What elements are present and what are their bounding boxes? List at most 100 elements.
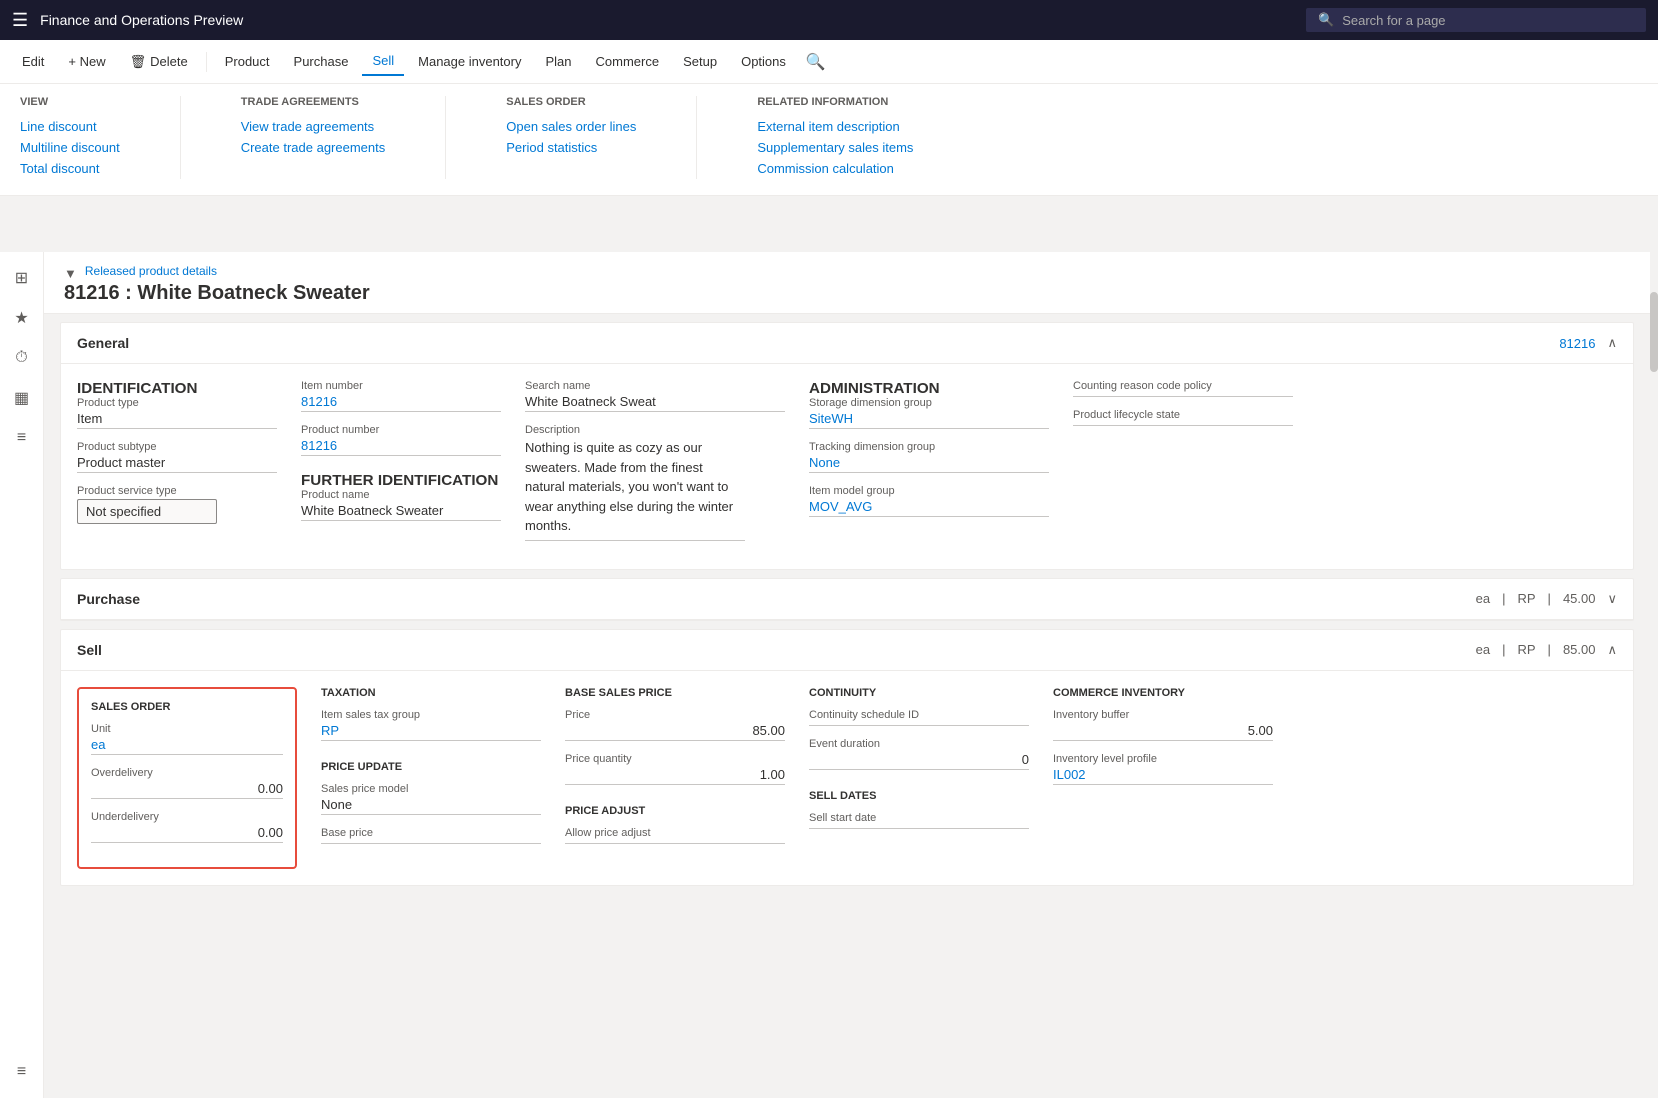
unit-field: Unit ea [91, 723, 283, 755]
sell-start-date-field: Sell start date [809, 812, 1029, 829]
view-trade-agreements-link[interactable]: View trade agreements [241, 116, 386, 137]
page-header: ▼ Released product details 81216 : White… [44, 252, 1650, 314]
period-statistics-link[interactable]: Period statistics [506, 137, 636, 158]
tracking-dim-label: Tracking dimension group [809, 441, 1049, 453]
sell-dropdown-menu: View Line discount Multiline discount To… [0, 84, 1658, 196]
general-section-title: General [77, 335, 129, 351]
commission-calc-link[interactable]: Commission calculation [757, 158, 913, 179]
cmd-search-icon[interactable]: 🔍 [800, 46, 832, 78]
underdelivery-label: Underdelivery [91, 811, 283, 823]
search-bar[interactable]: 🔍 Search for a page [1306, 8, 1646, 32]
price-quantity-label: Price quantity [565, 753, 785, 765]
product-type-field: Product type Item [77, 397, 277, 429]
sell-price: 85.00 [1563, 642, 1596, 657]
purchase-section-header[interactable]: Purchase ea | RP | 45.00 ∨ [61, 579, 1633, 620]
open-sales-order-lines-link[interactable]: Open sales order lines [506, 116, 636, 137]
sales-order-box: SALES ORDER Unit ea Overdelivery 0.00 Un… [77, 687, 297, 869]
continuity-title: CONTINUITY [809, 687, 1029, 699]
purchase-section: Purchase ea | RP | 45.00 ∨ [60, 578, 1634, 621]
plan-button[interactable]: Plan [535, 48, 581, 75]
base-price-field: Base price [321, 827, 541, 844]
breadcrumb[interactable]: Released product details [85, 264, 217, 278]
general-collapse-icon: ∧ [1607, 335, 1617, 351]
product-button[interactable]: Product [215, 48, 280, 75]
inventory-buffer-label: Inventory buffer [1053, 709, 1273, 721]
price-adjust-group: PRICE ADJUST Allow price adjust [565, 805, 785, 844]
hamburger-icon[interactable]: ☰ [12, 10, 28, 31]
sidebar-recent-icon[interactable]: ⏱ [4, 340, 40, 376]
options-button[interactable]: Options [731, 48, 796, 75]
sidebar-menu-icon[interactable]: ≡ [4, 1054, 40, 1090]
sell-collapse-icon: ∧ [1607, 642, 1617, 658]
filter-icon: ▼ [64, 266, 77, 281]
commerce-button[interactable]: Commerce [586, 48, 670, 75]
dd-sep-2 [445, 96, 446, 179]
sell-button[interactable]: Sell [362, 47, 404, 76]
product-subtype-label: Product subtype [77, 441, 277, 453]
related-information-group: Related information External item descri… [757, 96, 913, 179]
item-number-label: Item number [301, 380, 501, 392]
purchase-price: 45.00 [1563, 591, 1596, 606]
product-number-value: 81216 [301, 438, 501, 456]
sell-start-date-label: Sell start date [809, 812, 1029, 824]
storage-dim-label: Storage dimension group [809, 397, 1049, 409]
item-sales-tax-value: RP [321, 723, 541, 741]
further-identification-title: FURTHER IDENTIFICATION [301, 472, 501, 489]
general-section: General 81216 ∧ IDENTIFICATION Product t… [60, 322, 1634, 570]
underdelivery-value: 0.00 [91, 825, 283, 843]
unit-value[interactable]: ea [91, 737, 283, 755]
sidebar-favorite-icon[interactable]: ★ [4, 300, 40, 336]
counting-reason-label: Counting reason code policy [1073, 380, 1293, 392]
general-section-id: 81216 [1559, 336, 1595, 351]
external-item-desc-link[interactable]: External item description [757, 116, 913, 137]
multiline-discount-link[interactable]: Multiline discount [20, 137, 120, 158]
sidebar-workspace-icon[interactable]: ▦ [4, 380, 40, 416]
scrollbar[interactable] [1650, 252, 1658, 1098]
view-group-title: View [20, 96, 120, 108]
inventory-level-profile-field: Inventory level profile IL002 [1053, 753, 1273, 785]
overdelivery-value: 0.00 [91, 781, 283, 799]
supplementary-sales-link[interactable]: Supplementary sales items [757, 137, 913, 158]
line-discount-link[interactable]: Line discount [20, 116, 120, 137]
item-model-group-label: Item model group [809, 485, 1049, 497]
search-icon: 🔍 [1318, 12, 1334, 28]
lifecycle-state-label: Product lifecycle state [1073, 409, 1293, 421]
sell-section-meta: ea | RP | 85.00 ∧ [1476, 642, 1617, 658]
dd-sep-1 [180, 96, 181, 179]
edit-button[interactable]: Edit [12, 48, 54, 75]
sales-order-title: SALES ORDER [91, 701, 283, 713]
delete-button[interactable]: 🗑 Delete [120, 48, 198, 76]
sidebar-list-icon[interactable]: ≡ [4, 420, 40, 456]
create-trade-agreements-link[interactable]: Create trade agreements [241, 137, 386, 158]
description-group: Search name White Boatneck Sweat Descrip… [525, 380, 785, 553]
purchase-expand-icon: ∨ [1607, 591, 1617, 607]
product-number-field: Product number 81216 [301, 424, 501, 456]
identification-title: IDENTIFICATION [77, 380, 277, 397]
price-field: Price 85.00 [565, 709, 785, 741]
administration-title: ADMINISTRATION [809, 380, 1049, 397]
price-value: 85.00 [565, 723, 785, 741]
overdelivery-label: Overdelivery [91, 767, 283, 779]
dd-sep-3 [696, 96, 697, 179]
sidebar-home-icon[interactable]: ⊞ [4, 260, 40, 296]
manage-inventory-button[interactable]: Manage inventory [408, 48, 531, 75]
total-discount-link[interactable]: Total discount [20, 158, 120, 179]
purchase-section-meta: ea | RP | 45.00 ∨ [1476, 591, 1617, 607]
general-section-header[interactable]: General 81216 ∧ [61, 323, 1633, 364]
purchase-button[interactable]: Purchase [284, 48, 359, 75]
price-update-title: PRICE UPDATE [321, 761, 541, 773]
item-model-group-value: MOV_AVG [809, 499, 1049, 517]
product-service-type-value[interactable]: Not specified [77, 499, 217, 524]
sell-dates-title: SELL DATES [809, 790, 1029, 802]
sell-dates-group: SELL DATES Sell start date [809, 790, 1029, 829]
setup-button[interactable]: Setup [673, 48, 727, 75]
continuity-schedule-value [809, 723, 1029, 726]
item-sales-tax-label: Item sales tax group [321, 709, 541, 721]
new-button[interactable]: + New [58, 48, 115, 75]
trade-agreements-group: Trade agreements View trade agreements C… [241, 96, 386, 179]
scrollbar-thumb[interactable] [1650, 292, 1658, 372]
top-bar: ☰ Finance and Operations Preview 🔍 Searc… [0, 0, 1658, 40]
sell-sep-2: | [1548, 642, 1551, 657]
sell-section-header[interactable]: Sell ea | RP | 85.00 ∧ [61, 630, 1633, 671]
general-section-body: IDENTIFICATION Product type Item Product… [61, 364, 1633, 569]
